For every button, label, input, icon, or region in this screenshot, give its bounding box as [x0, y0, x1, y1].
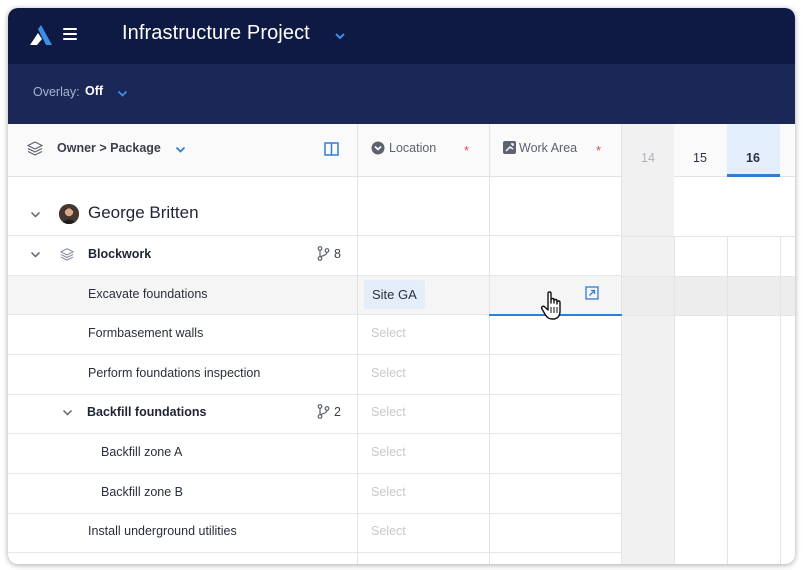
collapse-chevron-icon[interactable] [61, 406, 74, 419]
timeline-day: 14 [641, 151, 655, 165]
hamburger-icon[interactable] [63, 28, 77, 40]
location-select[interactable]: Select [371, 445, 406, 459]
location-required-marker: * [464, 143, 470, 158]
timeline-row-line [622, 315, 795, 316]
overlay-value[interactable]: Off [85, 84, 103, 98]
location-select[interactable]: Select [371, 405, 406, 419]
package-label: Backfill foundations [87, 405, 207, 419]
child-count: 8 [334, 247, 341, 261]
today-indicator [727, 174, 780, 177]
collapse-chevron-icon[interactable] [29, 208, 42, 221]
task-label: Formbasement walls [88, 326, 204, 340]
location-value: Site GA [372, 287, 417, 302]
location-select[interactable]: Select [371, 326, 406, 340]
task-label: Install underground utilities [88, 524, 237, 538]
child-count: 2 [334, 405, 341, 419]
work-area-required-marker: * [596, 143, 602, 158]
group-by-chevron-down-icon[interactable] [174, 143, 187, 156]
branch-icon [317, 246, 330, 261]
timeline-hover-row [622, 276, 795, 315]
location-select[interactable]: Select [371, 524, 406, 538]
overlay-label: Overlay: [33, 85, 80, 99]
column-divider [621, 124, 622, 564]
logo-icon[interactable] [28, 25, 52, 47]
timeline-column-line [727, 236, 728, 564]
task-label: Perform foundations inspection [88, 366, 261, 380]
project-title[interactable]: Infrastructure Project [122, 22, 310, 45]
chevron-down-icon[interactable] [333, 29, 347, 43]
column-divider [357, 124, 358, 564]
timeline-past-shade [622, 124, 674, 564]
app-window: Infrastructure Project Overlay: Off Owne… [8, 8, 795, 564]
open-external-icon[interactable] [585, 286, 599, 300]
location-select[interactable]: Select [371, 366, 406, 380]
owner-package-header[interactable]: Owner > Package [57, 141, 161, 155]
work-area-icon [503, 141, 516, 154]
location-header[interactable]: Location [389, 141, 436, 155]
column-divider [489, 124, 490, 564]
collapse-chevron-icon[interactable] [29, 248, 42, 261]
timeline-column-line [674, 236, 675, 564]
avatar [59, 204, 79, 224]
timeline-day-today: 16 [746, 151, 760, 165]
owner-name: George Britten [88, 203, 199, 222]
branch-icon [317, 404, 330, 419]
layers-icon [60, 248, 74, 261]
timeline-row-line [622, 276, 795, 277]
split-view-icon[interactable] [324, 142, 339, 156]
location-chevron-icon [371, 141, 385, 155]
overlay-chevron-down-icon[interactable] [116, 87, 129, 100]
package-label: Blockwork [88, 247, 152, 261]
task-label: Backfill zone A [101, 445, 183, 459]
hand-cursor-icon [540, 291, 561, 320]
timeline-row-line [622, 236, 795, 237]
work-area-header[interactable]: Work Area [519, 141, 577, 155]
location-select[interactable]: Select [371, 485, 406, 499]
timeline-column-line [780, 236, 781, 564]
task-label: Backfill zone B [101, 485, 183, 499]
layers-icon [27, 141, 43, 156]
task-label: Excavate foundations [88, 287, 208, 301]
timeline-day: 15 [693, 151, 707, 165]
